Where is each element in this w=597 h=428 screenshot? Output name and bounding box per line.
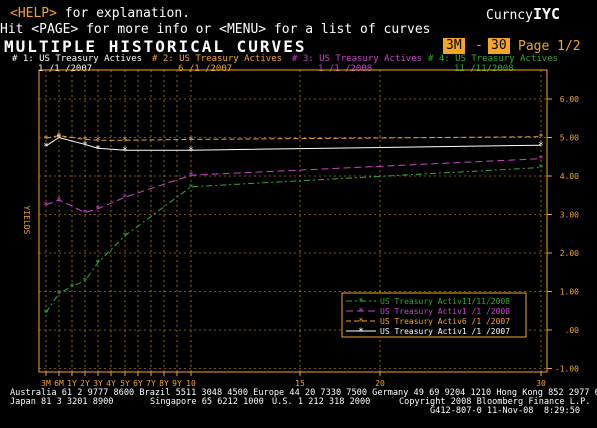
x-tick-label: 20 bbox=[375, 379, 385, 388]
x-tick-label: 3Y bbox=[93, 379, 103, 388]
y-tick-label: .00 bbox=[565, 326, 580, 335]
y-tick-label: 3.00 bbox=[560, 211, 579, 220]
series-lines: *********** ***** * * * * * **** * * ** bbox=[43, 132, 543, 319]
x-tick-label: 8Y bbox=[159, 379, 169, 388]
x-tick-labels: 3M 6M 1Y 2Y 3Y 4Y 5Y 6Y 7Y 8Y 9Y 10 15 20 30 bbox=[41, 379, 546, 388]
data-point-marker: * bbox=[122, 193, 127, 203]
y-tick-label: 1.00 bbox=[560, 288, 579, 297]
series-line bbox=[45, 167, 542, 313]
footer-timestamp: G412-807-0 11-Nov-08 8:29:50 bbox=[430, 406, 581, 416]
data-point-marker: * bbox=[95, 205, 100, 215]
data-point-marker: * bbox=[82, 277, 87, 287]
legend-marker: * bbox=[358, 317, 363, 327]
data-point-marker: * bbox=[43, 201, 48, 211]
y-tick-label: 6.00 bbox=[560, 95, 579, 104]
x-tick-label: 10 bbox=[186, 379, 196, 388]
y-axis-label: YIELDS bbox=[22, 206, 31, 235]
data-point-marker: * bbox=[43, 142, 48, 152]
y-tick-label: -1.00 bbox=[555, 365, 579, 374]
x-tick-label: 30 bbox=[536, 379, 546, 388]
x-tick-label: 1Y bbox=[67, 379, 77, 388]
legend-marker: * bbox=[358, 327, 363, 337]
data-point-marker: * bbox=[69, 282, 74, 292]
x-tick-label: 5Y bbox=[120, 379, 130, 388]
x-tick-label: 4Y bbox=[106, 379, 116, 388]
data-point-marker: * bbox=[188, 171, 193, 181]
x-tick-label: 6Y bbox=[133, 379, 143, 388]
yield-curve-chart: 6.005.004.003.002.001.00.00-1.00 3M 6M 1Y 2… bbox=[22, 69, 579, 388]
x-tick-label: 2Y bbox=[80, 379, 90, 388]
y-tick-label: 4.00 bbox=[560, 172, 579, 181]
legend-entry: US Treasury Activ1 /1 /2007 bbox=[380, 327, 510, 336]
data-point-marker: * bbox=[122, 146, 127, 156]
x-tick-label: 6M bbox=[54, 379, 64, 388]
data-point-marker: * bbox=[82, 209, 87, 219]
y-tick-label: 5.00 bbox=[560, 134, 579, 143]
footer-us: U.S. 1 212 318 2000 bbox=[272, 397, 371, 407]
data-point-marker: * bbox=[95, 144, 100, 154]
series-line bbox=[45, 135, 542, 141]
data-point-marker: * bbox=[188, 146, 193, 156]
y-tick-labels: 6.00 5.00 4.00 3.00 2.00 1.00 .00 -1.00 bbox=[555, 95, 579, 374]
data-point-marker: * bbox=[43, 309, 48, 319]
data-point-marker: * bbox=[95, 259, 100, 269]
series-line bbox=[45, 136, 542, 151]
data-point-marker: * bbox=[82, 140, 87, 150]
footer-japan: Japan 81 3 3201 8900 bbox=[10, 397, 114, 407]
chart-legend: * US Treasury Activ11/11/2008 * US Treasury… bbox=[341, 292, 527, 338]
legend-marker: * bbox=[358, 297, 363, 307]
legend-marker: * bbox=[358, 307, 363, 317]
data-point-marker: * bbox=[538, 155, 543, 165]
data-point-marker: * bbox=[56, 289, 61, 299]
x-tick-label: 7Y bbox=[146, 379, 156, 388]
legend-entry: US Treasury Activ6 /1 /2007 bbox=[380, 317, 510, 326]
x-tick-label: 3M bbox=[41, 379, 51, 388]
data-point-marker: * bbox=[188, 183, 193, 193]
data-point-marker: * bbox=[188, 135, 193, 145]
series-line bbox=[45, 158, 542, 214]
data-point-marker: * bbox=[122, 136, 127, 146]
data-point-marker: * bbox=[56, 196, 61, 206]
x-tick-label: 9Y bbox=[172, 379, 182, 388]
data-point-marker: * bbox=[538, 141, 543, 151]
y-tick-label: 2.00 bbox=[560, 249, 579, 258]
data-point-marker: * bbox=[538, 164, 543, 174]
x-tick-label: 15 bbox=[295, 379, 305, 388]
footer-singapore: Singapore 65 6212 1000 bbox=[150, 397, 264, 407]
data-point-marker: * bbox=[56, 134, 61, 144]
legend-entry: US Treasury Activ11/11/2008 bbox=[380, 297, 510, 306]
data-point-marker: * bbox=[122, 232, 127, 242]
legend-entry: US Treasury Activ1 /1 /2008 bbox=[380, 307, 510, 316]
